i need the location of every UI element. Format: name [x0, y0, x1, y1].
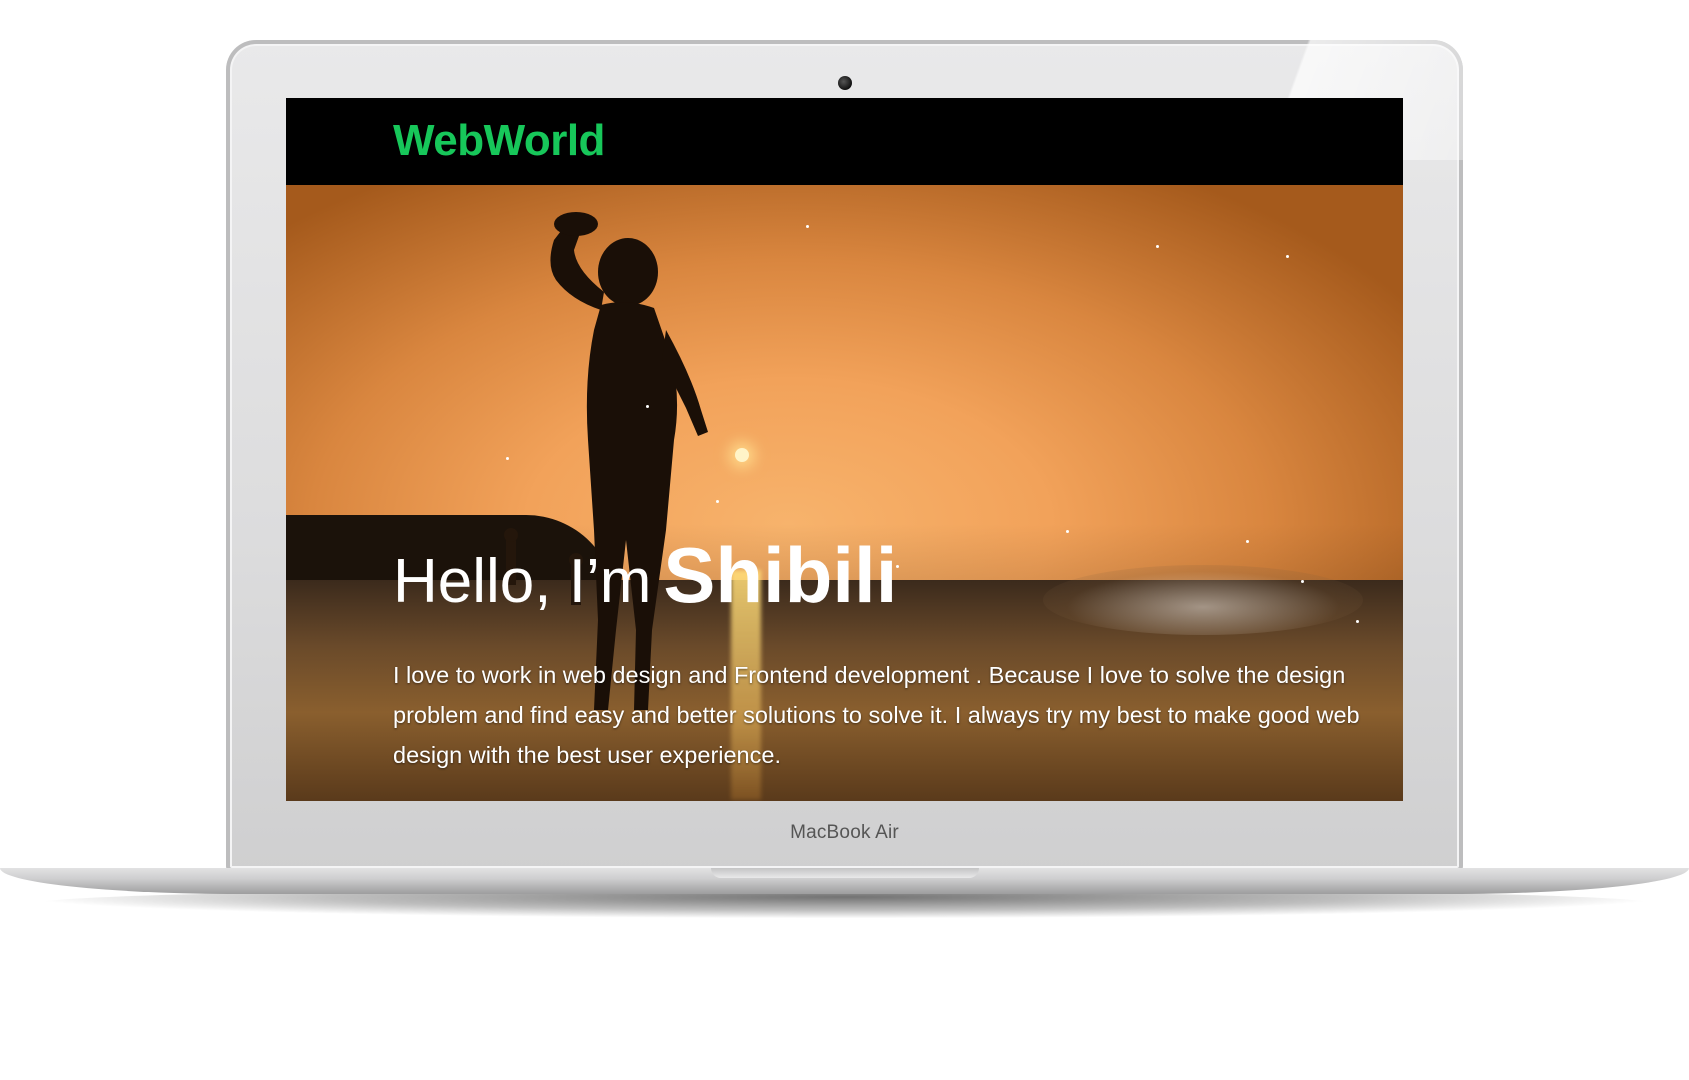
hero-greeting: Hello, I’m [393, 547, 652, 616]
laptop-screen: WebWorld Hello, I’m Shibili I love to wo… [286, 98, 1403, 801]
sun-icon [735, 448, 749, 462]
camera-icon [838, 76, 852, 90]
hero-description: I love to work in web design and Fronten… [393, 662, 1360, 768]
hero-section: Hello, I’m Shibili I love to work in web … [286, 185, 1403, 801]
site-logo[interactable]: WebWorld [393, 116, 605, 166]
site-navbar: WebWorld [286, 98, 1403, 185]
hero-title: Hello, I’m Shibili [393, 530, 897, 621]
wave-splash [1043, 565, 1363, 635]
hero-name: Shibili [663, 531, 898, 619]
boy-silhouette-image [504, 212, 708, 710]
laptop-model-label: MacBook Air [790, 822, 899, 843]
laptop-notch [711, 868, 979, 878]
laptop-mockup: WebWorld Hello, I’m Shibili I love to wo… [0, 0, 1689, 1080]
